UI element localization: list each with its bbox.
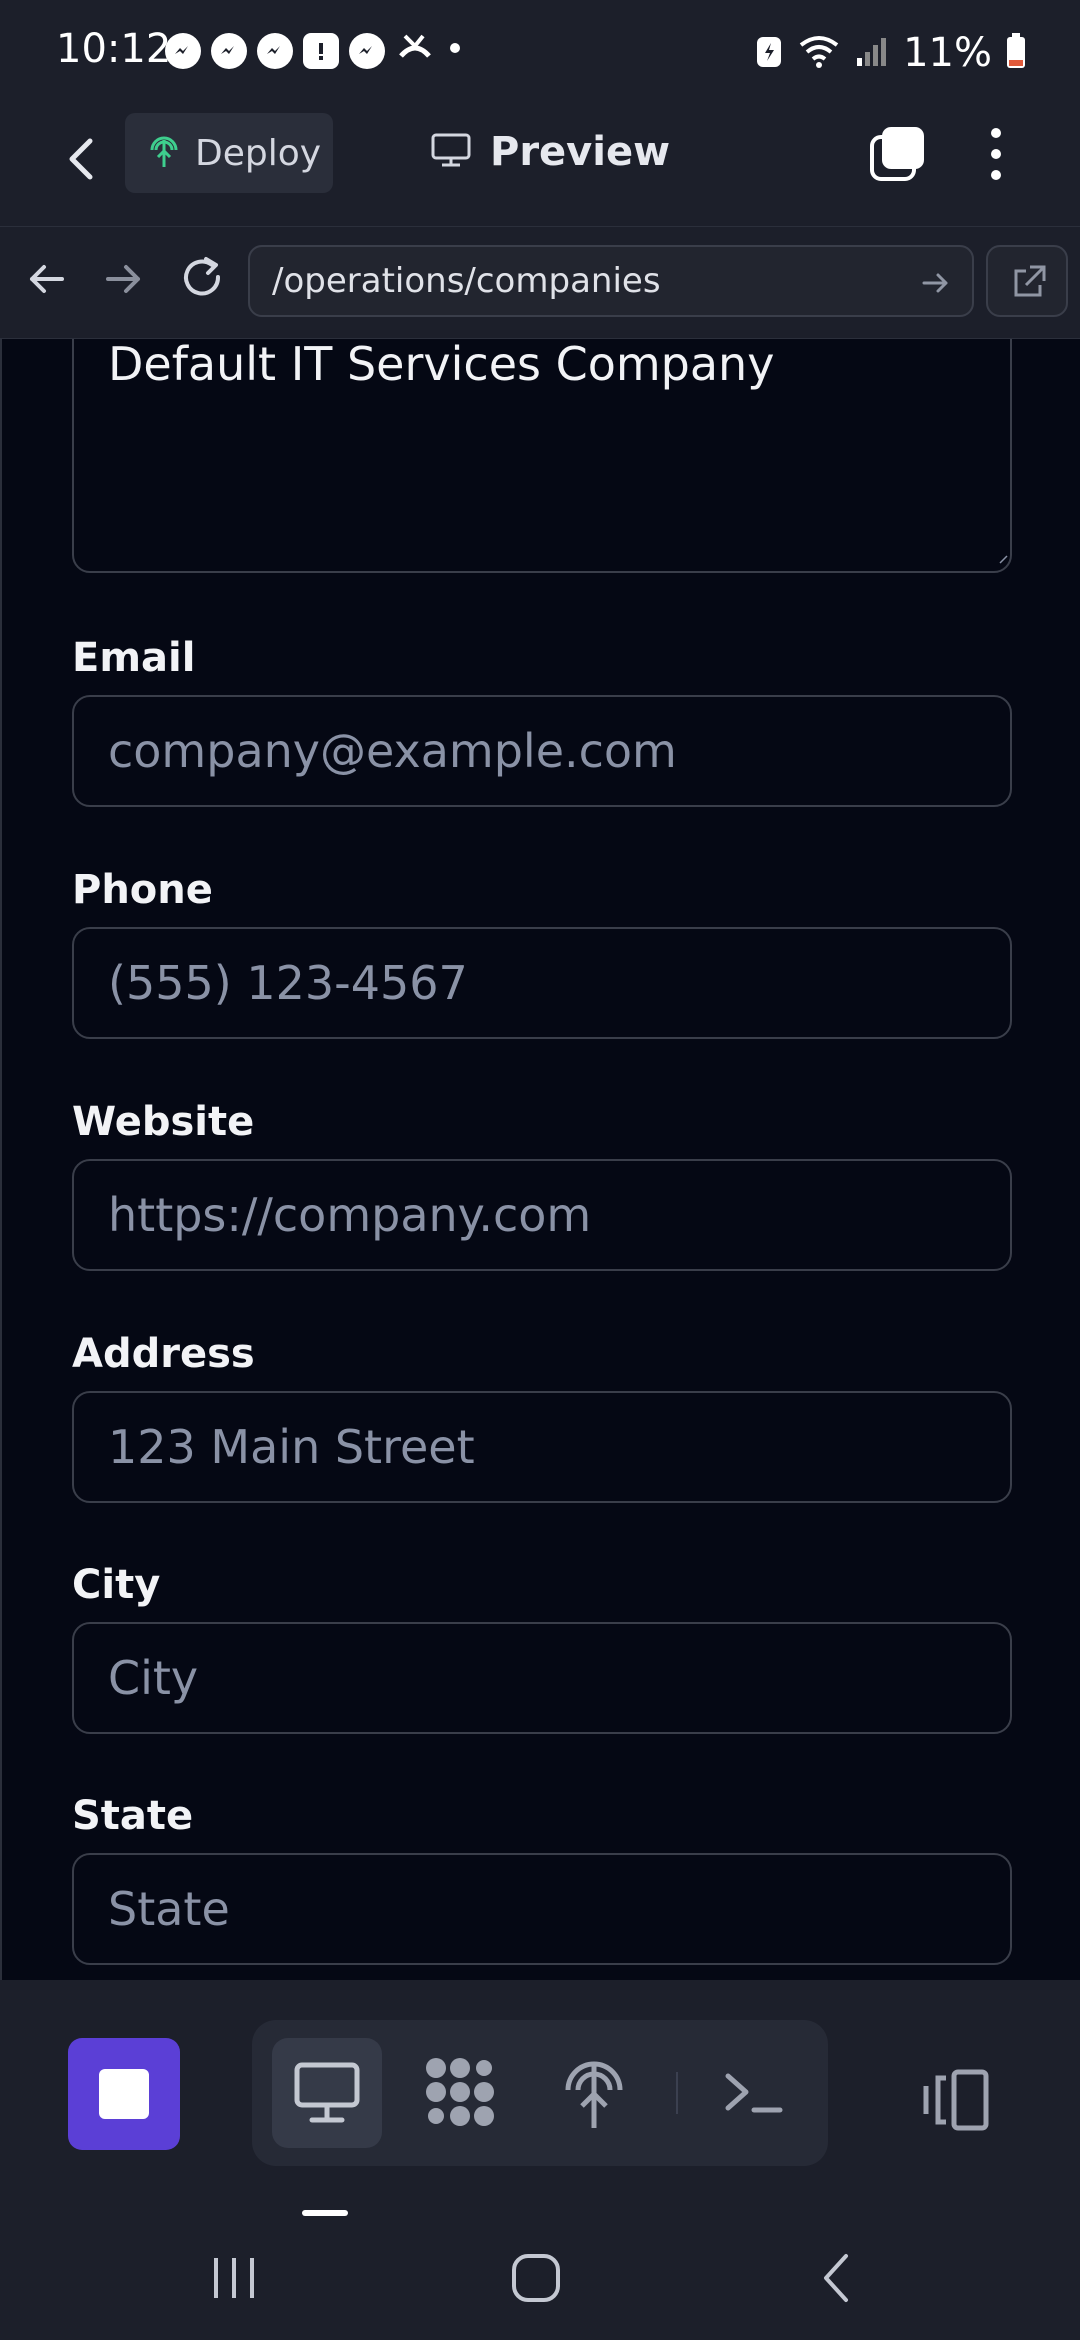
system-status: 11%	[755, 30, 1026, 76]
device-layout-icon[interactable]	[920, 2068, 992, 2132]
reload-icon[interactable]	[176, 253, 228, 305]
city-label: City	[72, 1562, 161, 1608]
messenger-icon	[349, 32, 385, 69]
resize-handle-icon[interactable]	[998, 551, 1008, 569]
state-label: State	[72, 1793, 194, 1839]
url-text: /operations/companies	[272, 261, 661, 301]
email-field[interactable]	[72, 695, 1012, 807]
preview-content: Default IT Services Company Email Phone …	[0, 339, 1080, 1980]
preview-label: Preview	[490, 129, 671, 175]
home-icon[interactable]	[506, 2248, 566, 2308]
deploy-icon[interactable]	[554, 2052, 634, 2132]
phone-label: Phone	[72, 867, 213, 913]
stop-icon	[99, 2069, 149, 2119]
more-notifications-dot	[445, 38, 465, 63]
monitor-icon	[292, 2060, 362, 2131]
notification-icons	[165, 30, 465, 71]
active-tab-indicator	[302, 2210, 348, 2216]
status-time: 10:12	[56, 26, 172, 72]
browser-nav-bar: /operations/companies	[0, 227, 1080, 339]
open-external-button[interactable]	[986, 245, 1068, 317]
tabs-icon[interactable]	[868, 125, 926, 183]
system-navigation-bar	[0, 2190, 1080, 2340]
recent-apps-icon[interactable]	[204, 2248, 264, 2308]
description-value: Default IT Services Company	[108, 339, 775, 391]
toolbar-divider	[676, 2072, 678, 2114]
system-back-icon[interactable]	[808, 2248, 868, 2308]
city-field[interactable]	[72, 1622, 1012, 1734]
workflows-icon[interactable]	[420, 2052, 500, 2132]
phone-field[interactable]	[72, 927, 1012, 1039]
battery-percent: 11%	[903, 30, 992, 76]
status-bar: 10:12 11%	[0, 0, 1080, 105]
preview-tool-button[interactable]	[272, 2038, 382, 2148]
battery-icon	[1006, 32, 1026, 74]
signal-icon	[855, 34, 889, 73]
messenger-icon	[211, 32, 247, 69]
nav-back-icon[interactable]	[20, 253, 72, 305]
website-field[interactable]	[72, 1159, 1012, 1271]
address-label: Address	[72, 1331, 255, 1377]
app-toolbar: Deploy Preview	[0, 105, 1080, 227]
messenger-icon	[165, 32, 201, 69]
email-label: Email	[72, 635, 196, 681]
description-textarea[interactable]: Default IT Services Company	[72, 339, 1012, 573]
preview-tab[interactable]: Preview	[430, 129, 670, 175]
deploy-label: Deploy	[195, 132, 322, 174]
state-field[interactable]	[72, 1853, 1012, 1965]
deploy-button[interactable]: Deploy	[125, 113, 333, 193]
monitor-icon	[430, 132, 472, 173]
wifi-icon	[797, 33, 841, 74]
missed-call-icon	[395, 30, 435, 71]
alert-icon	[303, 32, 339, 69]
back-button[interactable]	[58, 131, 102, 187]
external-link-icon	[1010, 263, 1048, 306]
terminal-icon[interactable]	[714, 2052, 794, 2132]
website-label: Website	[72, 1099, 255, 1145]
bottom-toolbar	[0, 1980, 1080, 2190]
more-options-icon[interactable]	[976, 123, 1016, 185]
url-field[interactable]: /operations/companies	[248, 245, 974, 317]
tool-switcher	[252, 2020, 828, 2166]
stop-button[interactable]	[68, 2038, 180, 2150]
battery-saver-icon	[755, 33, 783, 74]
messenger-icon	[257, 32, 293, 69]
nav-forward-icon[interactable]	[98, 253, 150, 305]
deploy-icon	[147, 133, 181, 174]
address-field[interactable]	[72, 1391, 1012, 1503]
go-arrow-icon[interactable]	[918, 265, 954, 301]
